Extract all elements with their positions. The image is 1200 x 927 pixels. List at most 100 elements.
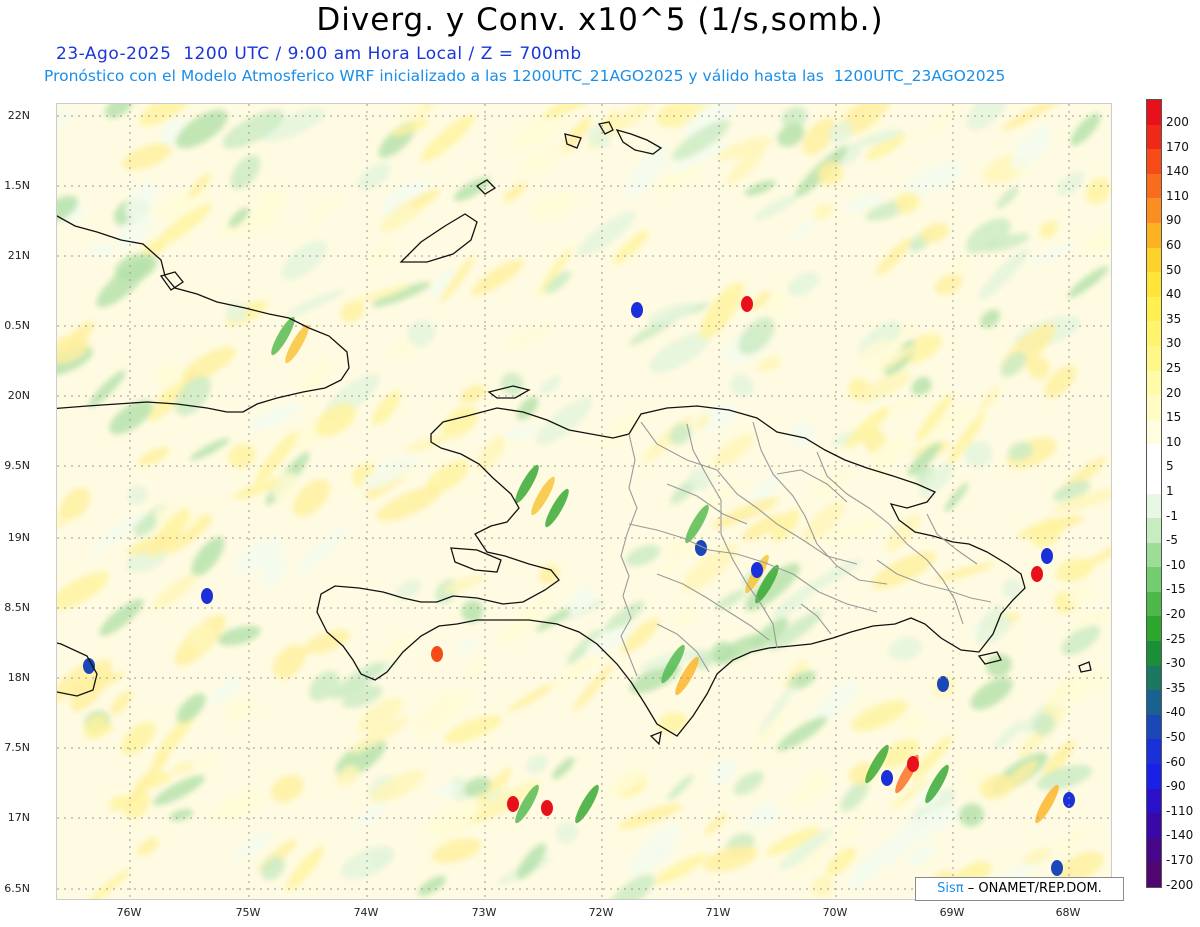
colorbar-label: -20: [1166, 607, 1186, 621]
colorbar-label: -30: [1166, 656, 1186, 671]
colorbar-label: -140: [1166, 828, 1194, 843]
convection-cell: [507, 796, 519, 812]
lat-label: 7.5N: [4, 741, 30, 754]
colorbar-label: 200: [1166, 115, 1189, 129]
colorbar-label: -25: [1166, 631, 1186, 646]
colorbar-swatch: [1146, 813, 1162, 838]
colorbar-swatch: [1146, 665, 1162, 691]
lat-label: 1.5N: [4, 179, 30, 192]
colorbar-swatch: [1146, 714, 1162, 740]
colorbar-swatch: [1146, 518, 1162, 543]
colorbar-swatch: [1146, 591, 1162, 617]
colorbar-label: 20: [1166, 385, 1182, 400]
colorbar-swatch: [1146, 296, 1162, 322]
convection-cell: [1031, 566, 1043, 582]
colorbar-swatch: [1146, 247, 1162, 273]
chart-title: Diverg. y Conv. x10^5 (1/s,somb.): [316, 2, 884, 38]
convection-cell: [907, 756, 919, 772]
colorbar-swatch: [1146, 690, 1162, 715]
colorbar-label: 60: [1166, 238, 1182, 252]
colorbar-label: 15: [1166, 410, 1182, 425]
colorbar: [1146, 99, 1162, 888]
convection-cell: [751, 562, 763, 578]
lat-label: 20N: [7, 389, 30, 402]
colorbar-swatch: [1146, 198, 1162, 223]
colorbar-swatch: [1146, 444, 1162, 469]
sispi-logo: Sisπ: [937, 881, 964, 896]
convection-cell: [1041, 548, 1053, 564]
colorbar-label: 30: [1166, 336, 1182, 351]
colorbar-swatch: [1146, 99, 1162, 125]
colorbar-label: 10: [1166, 434, 1182, 449]
colorbar-label: 25: [1166, 361, 1182, 375]
colorbar-swatch: [1146, 567, 1162, 592]
colorbar-label: -60: [1166, 754, 1186, 769]
colorbar-swatch: [1146, 272, 1162, 297]
colorbar-label: -110: [1166, 803, 1194, 818]
convection-cell: [741, 296, 753, 312]
lon-label: 70W: [822, 906, 848, 919]
colorbar-label: 50: [1166, 262, 1182, 277]
colorbar-swatch: [1146, 370, 1162, 396]
convection-cell: [431, 646, 443, 662]
credit-box: Sisπ – ONAMET/REP.DOM.: [915, 877, 1124, 901]
colorbar-label: 5: [1166, 459, 1174, 474]
colorbar-swatch: [1146, 419, 1162, 445]
lat-label: 21N: [7, 249, 30, 262]
colorbar-swatch: [1146, 739, 1162, 765]
convection-cell: [1051, 860, 1063, 876]
colorbar-swatch: [1146, 345, 1162, 371]
colorbar-label: -50: [1166, 730, 1186, 744]
convection-cell: [631, 302, 643, 318]
colorbar-label: -35: [1166, 680, 1186, 695]
map-canvas: [57, 104, 1111, 899]
colorbar-swatch: [1146, 124, 1162, 150]
colorbar-swatch: [1146, 764, 1162, 789]
lon-label: 68W: [1055, 906, 1081, 919]
colorbar-swatch: [1146, 616, 1162, 642]
colorbar-label: -40: [1166, 705, 1186, 720]
colorbar-swatch: [1146, 862, 1162, 888]
colorbar-label: 35: [1166, 311, 1182, 326]
lat-label: 22N: [7, 109, 30, 122]
colorbar-swatch: [1146, 542, 1162, 568]
colorbar-label: 90: [1166, 213, 1182, 228]
colorbar-label: 1: [1166, 484, 1174, 498]
colorbar-swatch: [1146, 222, 1162, 248]
colorbar-swatch: [1146, 788, 1162, 814]
colorbar-swatch: [1146, 395, 1162, 420]
lon-label: 75W: [235, 906, 261, 919]
colorbar-swatch: [1146, 493, 1162, 519]
colorbar-swatch: [1146, 149, 1162, 174]
divergence-map: [56, 103, 1112, 900]
colorbar-swatch: [1146, 837, 1162, 863]
colorbar-swatch: [1146, 321, 1162, 346]
credit-text: – ONAMET/REP.DOM.: [967, 881, 1102, 896]
convection-cell: [541, 800, 553, 816]
colorbar-label: -15: [1166, 582, 1186, 597]
lat-label: 6.5N: [4, 882, 30, 895]
lon-label: 74W: [353, 906, 379, 919]
lon-label: 72W: [588, 906, 614, 919]
lon-label: 73W: [471, 906, 497, 919]
colorbar-swatch: [1146, 468, 1162, 494]
colorbar-label: 110: [1166, 188, 1189, 203]
colorbar-label: -170: [1166, 853, 1194, 867]
lat-label: 9.5N: [4, 459, 30, 472]
lat-label: 17N: [7, 811, 30, 824]
lon-label: 71W: [705, 906, 731, 919]
convection-cell: [201, 588, 213, 604]
colorbar-swatch: [1146, 173, 1162, 199]
model-run-subtitle: Pronóstico con el Modelo Atmosferico WRF…: [44, 67, 1006, 85]
valid-time-subtitle: 23-Ago-2025 1200 UTC / 9:00 am Hora Loca…: [56, 44, 582, 64]
convection-cell: [881, 770, 893, 786]
colorbar-label: 140: [1166, 164, 1189, 179]
lon-label: 76W: [116, 906, 142, 919]
colorbar-label: -5: [1166, 533, 1178, 548]
lat-label: 8.5N: [4, 601, 30, 614]
colorbar-swatch: [1146, 641, 1162, 666]
colorbar-label: 40: [1166, 287, 1182, 302]
colorbar-label: -90: [1166, 779, 1186, 794]
lon-label: 69W: [939, 906, 965, 919]
colorbar-label: 170: [1166, 139, 1189, 154]
